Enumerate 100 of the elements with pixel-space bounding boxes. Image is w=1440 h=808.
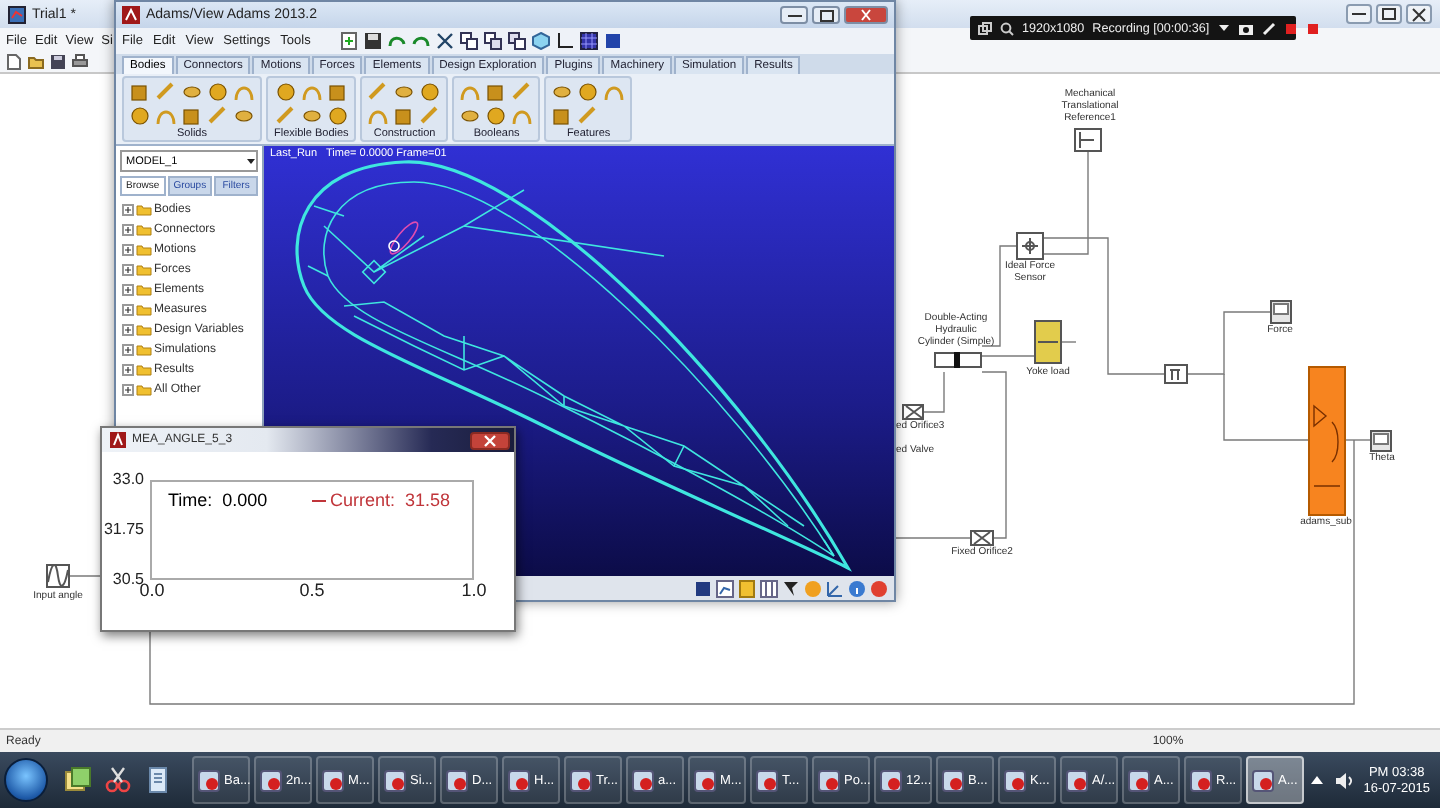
y-tick-label: 31.75 — [103, 522, 144, 538]
sphere-icon[interactable] — [578, 82, 599, 102]
expand-icon[interactable] — [122, 363, 134, 375]
disk-icon[interactable] — [394, 82, 415, 102]
camera-icon[interactable] — [1237, 21, 1254, 35]
app-window-icon — [632, 769, 654, 791]
expand-icon[interactable] — [122, 203, 134, 215]
square-icon[interactable] — [1283, 21, 1298, 35]
orifice-block — [902, 404, 924, 420]
app-window-icon — [384, 769, 406, 791]
square-icon[interactable] — [694, 579, 712, 597]
disk-icon[interactable] — [234, 106, 254, 126]
maximize-button[interactable] — [812, 6, 840, 24]
close-button[interactable] — [1406, 4, 1432, 24]
expand-icon[interactable] — [122, 263, 134, 275]
pen-icon[interactable] — [1261, 21, 1276, 35]
grid-icon[interactable] — [580, 32, 599, 50]
app-window-icon — [322, 769, 344, 791]
box-icon[interactable] — [552, 106, 573, 126]
app-icon — [110, 432, 126, 448]
windows-icon[interactable] — [978, 21, 992, 35]
disk-icon[interactable] — [552, 82, 573, 102]
y-tick-label: 33.0 — [112, 472, 144, 488]
close-icon — [860, 8, 872, 22]
stop-icon[interactable] — [870, 579, 888, 597]
app-window-icon — [1004, 769, 1026, 791]
box-icon[interactable] — [486, 82, 507, 102]
start-button[interactable] — [4, 758, 48, 802]
current-readout: Current: 31.58 — [330, 492, 451, 510]
expand-icon[interactable] — [122, 383, 134, 395]
expand-icon[interactable] — [122, 303, 134, 315]
box-icon[interactable] — [394, 106, 415, 126]
product-block — [1164, 364, 1188, 384]
sphere-icon[interactable] — [130, 106, 150, 126]
search-icon[interactable] — [1000, 21, 1014, 35]
sphere-icon[interactable] — [208, 82, 228, 102]
x-tick-label: 1.0 — [459, 582, 489, 600]
expand-icon[interactable] — [122, 223, 134, 235]
app-window-icon — [1190, 769, 1212, 791]
add-page-icon[interactable] — [340, 32, 359, 50]
minimize-icon — [787, 13, 801, 17]
show-hidden-icons-icon[interactable] — [1309, 774, 1324, 786]
info-icon[interactable] — [848, 579, 866, 597]
app-window-icon — [880, 769, 902, 791]
caret-icon[interactable] — [246, 156, 256, 166]
maximize-icon — [1382, 8, 1396, 20]
disk-icon[interactable] — [460, 106, 481, 126]
y-tick-label: 30.5 — [112, 572, 144, 588]
sphere-icon[interactable] — [486, 106, 507, 126]
app-window-icon — [694, 769, 716, 791]
minimize-button[interactable] — [780, 6, 808, 24]
app-window-icon — [1066, 769, 1088, 791]
sphere-icon[interactable] — [420, 82, 441, 102]
x-tick-label: 0.0 — [139, 582, 167, 600]
legend-line — [312, 500, 326, 502]
disk-icon[interactable] — [301, 106, 322, 126]
app-window-icon — [508, 769, 530, 791]
save-icon[interactable] — [364, 32, 383, 50]
sphere-icon[interactable] — [275, 82, 296, 102]
app-window-icon — [570, 769, 592, 791]
time-readout: Time: 0.000 — [168, 492, 268, 510]
notes-icon[interactable] — [64, 766, 92, 794]
sphere-icon[interactable] — [327, 106, 348, 126]
axes-icon[interactable] — [556, 32, 575, 50]
box-icon[interactable] — [130, 82, 150, 102]
orifice-block — [970, 530, 994, 546]
stop-icon[interactable] — [1305, 21, 1320, 35]
expand-icon[interactable] — [122, 243, 134, 255]
disk-icon[interactable] — [182, 82, 202, 102]
expand-icon[interactable] — [122, 343, 134, 355]
note-icon[interactable] — [738, 579, 756, 597]
chart-icon[interactable] — [716, 579, 734, 597]
box-icon[interactable] — [327, 82, 348, 102]
load-block — [1034, 320, 1062, 364]
scope-block — [1370, 430, 1392, 452]
scissors-icon[interactable] — [104, 766, 132, 794]
app-window-icon — [1252, 769, 1274, 791]
expand-icon[interactable] — [122, 323, 134, 335]
print-icon[interactable] — [72, 54, 88, 70]
close-icon — [1412, 7, 1426, 21]
app-window-icon — [818, 769, 840, 791]
expand-icon[interactable] — [122, 283, 134, 295]
hydraulic-cylinder-block — [934, 352, 982, 368]
caret-icon[interactable] — [1217, 22, 1230, 34]
save-icon[interactable] — [50, 54, 66, 70]
maximize-button[interactable] — [1376, 4, 1402, 24]
force-sensor-block — [1016, 232, 1044, 260]
maximize-icon — [819, 9, 833, 21]
box-icon[interactable] — [182, 106, 202, 126]
close-icon — [482, 433, 498, 447]
document-icon[interactable] — [144, 766, 172, 794]
speaker-icon[interactable] — [1333, 771, 1354, 789]
reference-block — [1074, 128, 1102, 152]
app-window-icon — [942, 769, 964, 791]
minimize-button[interactable] — [1346, 4, 1372, 24]
app-window-icon — [446, 769, 468, 791]
app-icon — [122, 6, 140, 24]
close-button[interactable] — [470, 431, 510, 449]
app-window-icon — [198, 769, 220, 791]
crossed-tools-icon[interactable] — [436, 32, 455, 50]
